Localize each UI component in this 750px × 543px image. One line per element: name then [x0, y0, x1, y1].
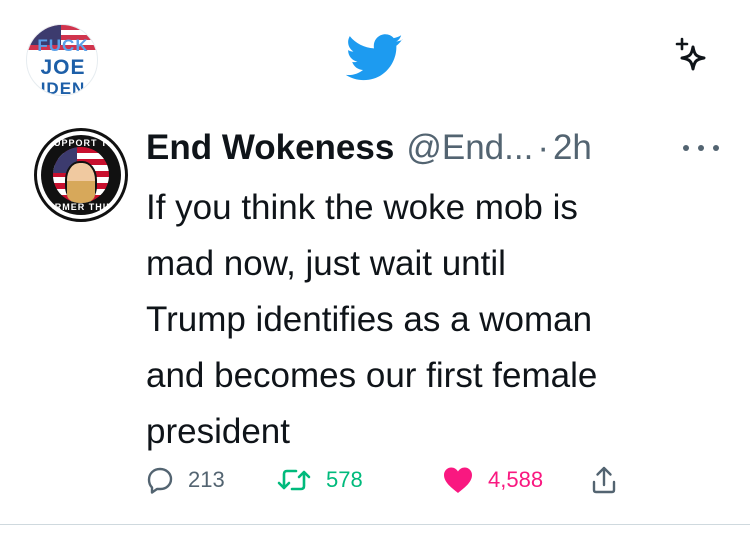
top-nav-bar: FUCK JOE IDEN — [0, 0, 750, 110]
tweet-header: End Wokeness @End... · 2h — [146, 126, 592, 170]
more-dot — [683, 145, 689, 151]
author-handle[interactable]: @End... — [406, 126, 533, 170]
more-options-icon[interactable] — [683, 140, 719, 156]
avatar-beard — [67, 181, 95, 203]
tweet-text-line: Trump identifies as a woman — [146, 300, 593, 339]
retweet-button[interactable]: 578 — [276, 460, 363, 500]
tweet-timestamp[interactable]: 2h — [553, 126, 592, 170]
more-dot — [713, 145, 719, 151]
tweet[interactable]: I SUPPORT THE FORMER THING End Wokeness … — [0, 110, 750, 524]
tweet-text-line: and becomes our first female — [146, 356, 598, 395]
avatar-text-line3: IDEN — [40, 79, 86, 96]
reply-count: 213 — [188, 467, 225, 492]
avatar-text-line2: JOE — [40, 56, 86, 79]
tweet-text: If you think the woke mob is mad now, ju… — [146, 180, 726, 460]
share-button[interactable] — [590, 460, 618, 500]
author-display-name[interactable]: End Wokeness — [146, 126, 394, 170]
sparkle-icon[interactable] — [671, 35, 715, 79]
account-avatar[interactable]: FUCK JOE IDEN — [26, 24, 98, 96]
tweet-detail-page: FUCK JOE IDEN I SUPPORT THE FORMER THING… — [0, 0, 750, 543]
divider — [0, 524, 750, 525]
separator-dot: · — [537, 128, 549, 167]
avatar-flag — [53, 147, 109, 203]
tweet-actions-bar: 213 578 4,588 — [146, 460, 726, 500]
reply-button[interactable]: 213 — [146, 460, 225, 500]
heart-icon — [444, 467, 472, 493]
more-dot — [698, 145, 704, 151]
avatar-text-line1: FUCK — [37, 36, 89, 55]
tweet-text-line: president — [146, 412, 290, 451]
twitter-bird-icon[interactable] — [346, 34, 404, 82]
tweet-text-line: mad now, just wait until — [146, 244, 506, 283]
author-avatar[interactable]: I SUPPORT THE FORMER THING — [34, 128, 128, 222]
retweet-icon — [277, 469, 311, 491]
share-icon — [592, 466, 616, 494]
avatar-bottom-text: FORMER THING — [40, 202, 122, 212]
retweet-count: 578 — [326, 467, 363, 492]
like-button[interactable]: 4,588 — [442, 460, 543, 500]
tweet-text-line: If you think the woke mob is — [146, 188, 578, 227]
like-count: 4,588 — [488, 467, 544, 492]
reply-icon — [147, 467, 173, 494]
